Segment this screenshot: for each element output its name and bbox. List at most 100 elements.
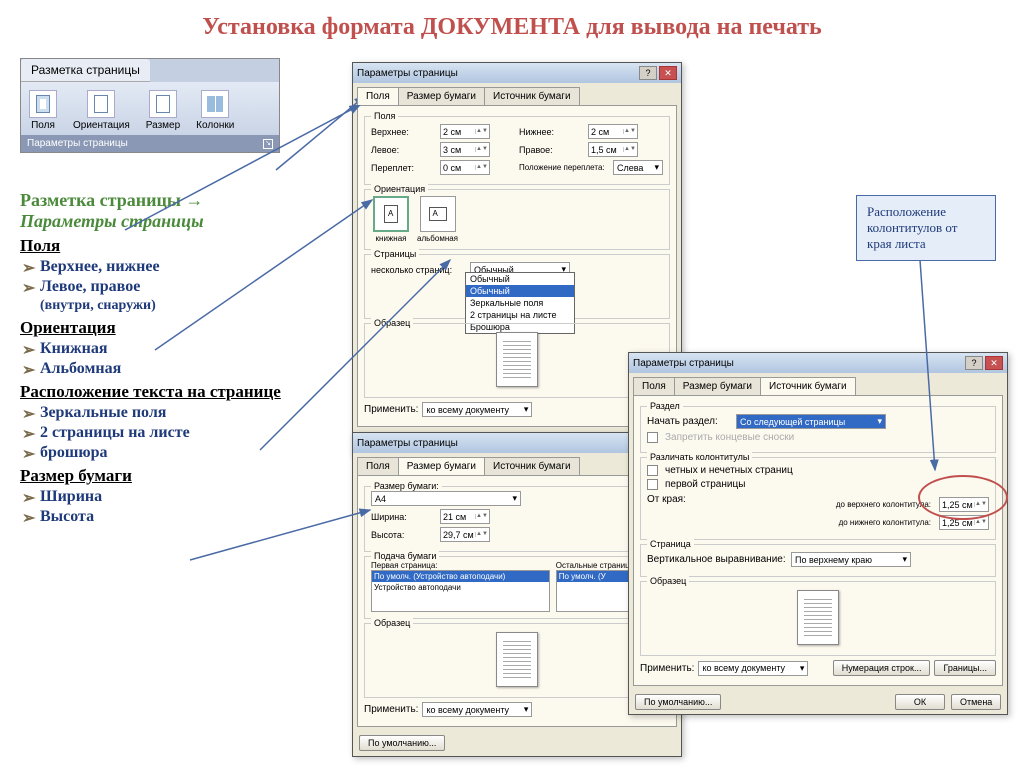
borders-button[interactable]: Границы... (934, 660, 996, 676)
section-orientation: Ориентация (20, 318, 310, 338)
dialog-launcher-icon[interactable]: ↘ (263, 139, 273, 149)
tab-margins[interactable]: Поля (633, 377, 675, 395)
bullet: Верхнее, нижнее (20, 258, 310, 276)
label-apply: Применить: (364, 704, 418, 715)
firstpage-checkbox[interactable] (647, 479, 658, 490)
tab-margins[interactable]: Поля (357, 457, 399, 475)
width-spinner[interactable]: 21 см▲▼ (440, 509, 490, 524)
label-firstpg: первой страницы (665, 479, 745, 490)
ribbon-columns-button[interactable]: Колонки (192, 88, 238, 133)
ribbon-margins-button[interactable]: Поля (25, 88, 61, 133)
paper-combo[interactable]: A4▾ (371, 491, 521, 506)
dropdown-item[interactable]: Обычный (466, 273, 574, 285)
outline-text: Разметка страницы → Параметры страницы П… (20, 190, 310, 528)
bullet: брошюра (20, 444, 310, 462)
label-height: Высота: (371, 530, 436, 540)
label-width: Ширина: (371, 512, 436, 522)
oddeven-checkbox[interactable] (647, 465, 658, 476)
label-oddeven: четных и нечетных страниц (665, 465, 793, 476)
tab-source[interactable]: Источник бумаги (484, 87, 580, 105)
landscape-label: альбомная (417, 234, 458, 243)
dropdown-item[interactable]: 2 страницы на листе (466, 309, 574, 321)
dropdown-item[interactable]: Обычный (466, 285, 574, 297)
landscape-icon: A (429, 207, 447, 221)
label-firstpage: Первая страница: (371, 561, 550, 570)
fieldset-orientation: Ориентация (371, 184, 428, 194)
label-top: Верхнее: (371, 127, 436, 137)
start-combo[interactable]: Со следующей страницы▾ (736, 414, 886, 429)
preview-icon (797, 590, 839, 645)
bottom-spinner[interactable]: 2 см▲▼ (588, 124, 638, 139)
bullet: 2 страницы на листе (20, 424, 310, 442)
size-icon (149, 90, 177, 118)
ribbon-orientation-button[interactable]: Ориентация (69, 88, 134, 133)
label-bottom: Нижнее: (519, 127, 584, 137)
cancel-button[interactable]: Отмена (951, 694, 1001, 710)
ribbon-label: Размер (146, 120, 180, 131)
fieldset-headers: Различать колонтитулы (647, 452, 752, 462)
label-gutterpos: Положение переплета: (519, 163, 609, 172)
ribbon-size-button[interactable]: Размер (142, 88, 184, 133)
tab-margins[interactable]: Поля (357, 87, 399, 105)
fieldset-sample: Образец (647, 576, 689, 586)
ok-button[interactable]: ОК (895, 694, 945, 710)
preview-icon (496, 332, 538, 387)
fieldset-sample: Образец (371, 618, 413, 628)
landscape-button[interactable]: A (420, 196, 456, 232)
help-button[interactable]: ? (639, 66, 657, 80)
portrait-button[interactable]: A (373, 196, 409, 232)
apply-combo[interactable]: ко всему документу▾ (422, 702, 532, 717)
section-paper: Размер бумаги (20, 466, 310, 486)
apply-combo[interactable]: ко всему документу▾ (698, 661, 808, 676)
section-layout: Расположение текста на странице (20, 382, 310, 402)
help-button[interactable]: ? (965, 356, 983, 370)
default-button[interactable]: По умолчанию... (359, 735, 445, 751)
dialog-title: Параметры страницы (633, 358, 734, 369)
tab-paper[interactable]: Размер бумаги (398, 87, 485, 105)
valign-combo[interactable]: По верхнему краю▾ (791, 552, 911, 567)
preview-icon (496, 632, 538, 687)
nav-path-2: Параметры страницы (20, 211, 310, 232)
apply-combo[interactable]: ко всему документу▾ (422, 402, 532, 417)
page-setup-dialog-layout: Параметры страницы ? ✕ Поля Размер бумаг… (628, 352, 1008, 715)
right-spinner[interactable]: 1,5 см▲▼ (588, 142, 638, 157)
tab-source[interactable]: Источник бумаги (484, 457, 580, 475)
close-button[interactable]: ✕ (985, 356, 1003, 370)
ribbon-label: Колонки (196, 120, 234, 131)
fieldset-page: Страница (647, 539, 694, 549)
nav-path-1: Разметка страницы → (20, 190, 310, 211)
gutter-spinner[interactable]: 0 см▲▼ (440, 160, 490, 175)
close-button[interactable]: ✕ (659, 66, 677, 80)
gutterpos-combo[interactable]: Слева▾ (613, 160, 663, 175)
ribbon-tab[interactable]: Разметка страницы (21, 59, 150, 82)
callout-headers: Расположение колонтитулов от края листа (856, 195, 996, 261)
ribbon-label: Поля (31, 120, 55, 131)
tab-paper[interactable]: Размер бумаги (674, 377, 761, 395)
label-toheader: до верхнего колонтитула: (836, 500, 931, 509)
fieldset-margins: Поля (371, 111, 398, 121)
bullet: Альбомная (20, 360, 310, 378)
left-spinner[interactable]: 3 см▲▼ (440, 142, 490, 157)
label-right: Правое: (519, 145, 584, 155)
label-fromedge: От края: (647, 494, 697, 505)
ribbon-page-layout: Разметка страницы Поля Ориентация Размер… (20, 58, 280, 153)
height-spinner[interactable]: 29,7 см▲▼ (440, 527, 490, 542)
label-apply: Применить: (364, 404, 418, 415)
dropdown-item[interactable]: Зеркальные поля (466, 297, 574, 309)
firstpage-list[interactable]: По умолч. (Устройство автоподачи) Устрой… (371, 570, 550, 612)
section-margins: Поля (20, 236, 310, 256)
dialog-title: Параметры страницы (357, 68, 458, 79)
top-spinner[interactable]: 2 см▲▼ (440, 124, 490, 139)
portrait-icon: A (384, 205, 398, 223)
fieldset-section: Раздел (647, 401, 683, 411)
fieldset-pages: Страницы (371, 249, 419, 259)
margins-icon (29, 90, 57, 118)
tab-paper[interactable]: Размер бумаги (398, 457, 485, 475)
default-button[interactable]: По умолчанию... (635, 694, 721, 710)
ribbon-group-label: Параметры страницы (27, 138, 128, 149)
tab-source[interactable]: Источник бумаги (760, 377, 856, 395)
columns-icon (201, 90, 229, 118)
page-title: Установка формата ДОКУМЕНТА для вывода н… (0, 0, 1024, 49)
linenumbers-button[interactable]: Нумерация строк... (833, 660, 931, 676)
label-suppress: Запретить концевые сноски (665, 432, 794, 443)
